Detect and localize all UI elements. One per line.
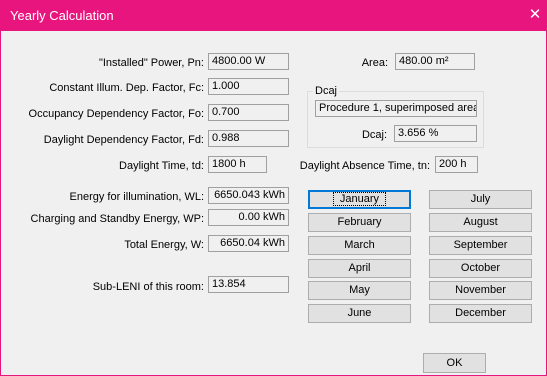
month-button-september[interactable]: September	[429, 236, 532, 255]
td-field[interactable]: 1800 h	[208, 156, 267, 173]
title-bar: Yearly Calculation ✕	[1, 0, 546, 31]
month-button-july[interactable]: July	[429, 190, 532, 209]
ok-button[interactable]: OK	[423, 353, 486, 373]
installed-power-field[interactable]: 4800.00 W	[208, 53, 289, 70]
fo-field[interactable]: 0.700	[208, 104, 289, 121]
month-button-february[interactable]: February	[308, 213, 411, 232]
absence-time-field[interactable]: 200 h	[435, 156, 478, 173]
dcaj-procedure-field[interactable]: Procedure 1, superimposed areas	[315, 100, 477, 117]
month-button-december[interactable]: December	[429, 304, 532, 323]
dcaj-group-label: Dcaj	[313, 85, 340, 97]
month-button-march[interactable]: March	[308, 236, 411, 255]
month-button-november[interactable]: November	[429, 281, 532, 300]
month-button-october[interactable]: October	[429, 259, 532, 278]
yearly-calculation-dialog: Yearly Calculation ✕ "Installed" Power, …	[0, 0, 547, 376]
absence-time-label: Daylight Absence Time, tn:	[299, 160, 430, 172]
fc-field[interactable]: 1.000	[208, 78, 289, 95]
close-icon[interactable]: ✕	[524, 0, 546, 31]
wp-label: Charging and Standby Energy, WP:	[30, 213, 204, 225]
total-energy-field[interactable]: 6650.04 kWh	[208, 235, 289, 252]
fd-label: Daylight Dependency Factor, Fd:	[43, 134, 204, 146]
fc-label: Constant Illum. Dep. Factor, Fc:	[49, 82, 204, 94]
month-button-may[interactable]: May	[308, 281, 411, 300]
window-title: Yearly Calculation	[10, 8, 114, 23]
dcaj-field[interactable]: 3.656 %	[394, 125, 477, 142]
td-label: Daylight Time, td:	[119, 160, 204, 172]
month-button-june[interactable]: June	[308, 304, 411, 323]
wp-field[interactable]: 0.00 kWh	[208, 209, 289, 226]
sub-leni-label: Sub-LENI of this room:	[92, 281, 204, 293]
month-button-august[interactable]: August	[429, 213, 532, 232]
area-field[interactable]: 480.00 m²	[395, 53, 475, 70]
fd-field[interactable]: 0.988	[208, 130, 289, 147]
month-button-april[interactable]: April	[308, 259, 411, 278]
area-label: Area:	[361, 57, 388, 69]
fo-label: Occupancy Dependency Factor, Fo:	[28, 108, 204, 120]
wl-field[interactable]: 6650.043 kWh	[208, 187, 289, 204]
sub-leni-field[interactable]: 13.854	[208, 276, 289, 293]
wl-label: Energy for illumination, WL:	[69, 191, 205, 203]
month-button-january[interactable]: January	[308, 190, 411, 209]
dcaj-label: Dcaj:	[361, 129, 387, 141]
total-energy-label: Total Energy, W:	[124, 239, 204, 251]
installed-power-label: "Installed" Power, Pn:	[98, 57, 204, 69]
